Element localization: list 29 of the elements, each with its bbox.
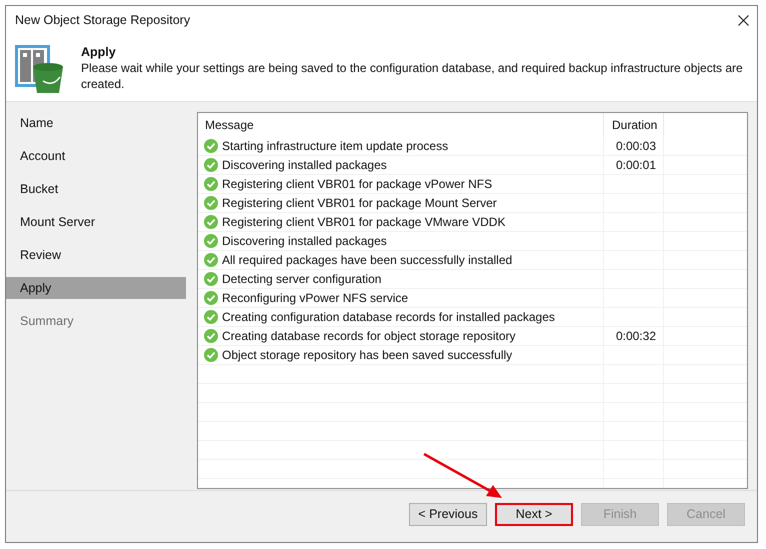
duration-text: 0:00:03: [616, 138, 656, 155]
log-message: Detecting server configuration: [222, 271, 382, 288]
wizard-step[interactable]: Name: [6, 112, 186, 134]
wizard-step[interactable]: Account: [6, 145, 186, 167]
column-header[interactable]: Duration: [604, 113, 664, 137]
duration-text: 0:00:01: [616, 157, 656, 174]
wizard-button[interactable]: Next >: [495, 503, 573, 526]
window-title: New Object Storage Repository: [15, 12, 190, 29]
log-message: Creating configuration database records for installed packages: [222, 309, 555, 326]
wizard-step[interactable]: Bucket: [6, 178, 186, 200]
log-message: Object storage repository has been saved successfully: [222, 347, 512, 364]
wizard-step[interactable]: Mount Server: [6, 211, 186, 233]
wizard-step[interactable]: Review: [6, 244, 186, 266]
log-message: Discovering installed packages: [222, 157, 387, 174]
close-icon[interactable]: [738, 14, 749, 26]
wizard-step[interactable]: Apply: [6, 277, 186, 299]
log-message: Registering client VBR01 for package VMware VDDK: [222, 214, 506, 231]
log-message: All required packages have been successfully installed: [222, 252, 512, 269]
log-message: Registering client VBR01 for package vPower NFS: [222, 176, 492, 193]
log-message: Discovering installed packages: [222, 233, 387, 250]
log-message: Creating database records for object storage repository: [222, 328, 516, 345]
wizard-button[interactable]: < Previous: [409, 503, 487, 526]
duration-text: 0:00:32: [616, 328, 656, 345]
log-message: Reconfiguring vPower NFS service: [222, 290, 408, 307]
column-header[interactable]: Message: [198, 113, 604, 137]
log-message: Starting infrastructure item update process: [222, 138, 448, 155]
log-message: Registering client VBR01 for package Mount Server: [222, 195, 497, 212]
step-description: Please wait while your settings are being saved to the configuration database, and required backup infrastructure objects are created.: [81, 60, 744, 92]
step-title: Apply: [81, 44, 117, 60]
